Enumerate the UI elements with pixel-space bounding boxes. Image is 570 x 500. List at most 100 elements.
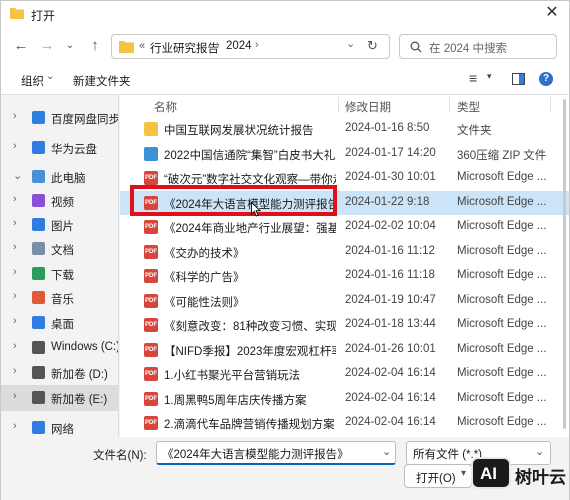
file-date: 2024-01-16 8:50 xyxy=(345,122,430,134)
new-folder-button[interactable]: 新建文件夹 xyxy=(73,73,131,89)
folder-icon xyxy=(10,8,24,19)
sidebar-item[interactable]: › 华为云盘 xyxy=(1,135,118,161)
file-row[interactable]: PDF 【NIFD季报】2023年度宏观杠杆率：为... 2024-01-26 10… xyxy=(120,338,569,362)
expand-chevron-icon[interactable]: › xyxy=(13,340,17,352)
open-file-dialog: 打开 ✕ ← → ⌄ ↑ « 行业研究报告 › 2024 › ⌄ ↻ 在 202… xyxy=(0,0,570,500)
sidebar-item-label: 文档 xyxy=(51,245,74,257)
folder-icon xyxy=(119,41,134,53)
file-name: 1.小红书聚光平台营销玩法 xyxy=(164,370,301,382)
expand-chevron-icon[interactable]: › xyxy=(13,365,17,377)
sidebar-item[interactable]: › 文档 xyxy=(1,236,118,262)
filename-value[interactable]: 《2024年大语言模型能力测评报告》 xyxy=(162,446,349,462)
sidebar-item-label: Windows (C:) xyxy=(51,341,119,353)
view-options-icon[interactable]: ≡ xyxy=(469,70,477,86)
expand-chevron-icon[interactable]: › xyxy=(13,110,17,122)
sidebar-item[interactable]: › Windows (C:) xyxy=(1,335,119,361)
file-row[interactable]: PDF 1.周黑鸭5周年店庆传播方案 2024-02-04 16:14 Microso… xyxy=(120,387,569,411)
file-type: Microsoft Edge ... xyxy=(457,367,547,379)
close-button[interactable]: ✕ xyxy=(537,2,567,26)
filename-dropdown-chevron-icon[interactable]: ⌄ xyxy=(382,445,391,458)
file-row[interactable]: PDF 《2024年商业地产行业展望：强基固本 ... 2024-02-02 10:… xyxy=(120,215,569,239)
file-type: Microsoft Edge ... xyxy=(457,220,547,232)
sidebar-item[interactable]: › 下载 xyxy=(1,261,118,287)
open-button[interactable]: 打开(O) ▾ xyxy=(404,464,472,488)
file-date: 2024-02-04 16:14 xyxy=(345,367,436,379)
refresh-icon[interactable]: ↻ xyxy=(367,38,378,54)
file-date: 2024-01-18 13:44 xyxy=(345,318,436,330)
forward-arrow-icon[interactable]: → xyxy=(36,35,58,57)
expand-chevron-icon[interactable]: › xyxy=(13,140,17,152)
expand-chevron-icon[interactable]: › xyxy=(13,315,17,327)
address-bar[interactable]: « 行业研究报告 › 2024 › ⌄ ↻ xyxy=(111,34,390,59)
sidebar-item-label: 桌面 xyxy=(51,319,74,331)
sidebar-item[interactable]: › 音乐 xyxy=(1,285,118,311)
pdf-file-icon: PDF xyxy=(144,220,158,234)
expand-chevron-icon[interactable]: › xyxy=(13,420,17,432)
expand-chevron-icon[interactable]: › xyxy=(13,241,17,253)
search-box[interactable]: 在 2024 中搜索 xyxy=(399,34,557,59)
vertical-scrollbar[interactable] xyxy=(563,99,566,429)
file-date: 2024-01-26 10:01 xyxy=(345,342,436,355)
expand-chevron-icon[interactable]: › xyxy=(13,290,17,302)
file-date: 2024-01-19 10:47 xyxy=(345,293,436,306)
preview-pane-icon[interactable] xyxy=(512,73,525,85)
sidebar-item[interactable]: › 百度网盘同步空间 xyxy=(1,105,118,131)
file-type: Microsoft Edge ... xyxy=(457,171,547,183)
file-type: Microsoft Edge ... xyxy=(457,416,547,428)
expand-chevron-icon[interactable]: › xyxy=(13,390,17,402)
file-date: 2024-01-22 9:18 xyxy=(345,195,430,208)
address-dropdown-chevron-icon[interactable]: ⌄ xyxy=(346,37,355,50)
file-row[interactable]: PDF 2.滴滴代车品牌营销传播规划方案 2024-02-04 16:14 Micro… xyxy=(120,411,569,435)
command-bar: 组织 ⌄ 新建文件夹 ≡ ▾ ? xyxy=(1,65,569,95)
pdf-file-icon: PDF xyxy=(144,391,158,406)
pdf-file-icon: PDF xyxy=(144,367,158,381)
file-name: 《可能性法则》 xyxy=(164,296,245,309)
file-rows: 中国互联网发展状况统计报告 2024-01-16 8:50 文件夹 2022中国信通院… xyxy=(120,95,569,437)
sidebar-item-icon xyxy=(32,341,45,354)
watermark-text: 树叶云 xyxy=(515,468,566,487)
file-row[interactable]: PDF 《可能性法则》 2024-01-19 10:47 Microsoft Edge… xyxy=(120,289,569,313)
file-name: 1.周黑鸭5周年店庆传播方案 xyxy=(164,394,307,407)
sidebar-item[interactable]: › 图片 xyxy=(1,212,118,238)
open-dropdown-chevron-icon[interactable]: ▾ xyxy=(461,468,466,479)
expand-chevron-icon[interactable]: › xyxy=(13,266,17,278)
file-row[interactable]: 中国互联网发展状况统计报告 2024-01-16 8:50 文件夹 xyxy=(120,117,569,141)
file-date: 2024-01-16 11:12 xyxy=(345,244,435,257)
file-row[interactable]: PDF 《交办的技术》 2024-01-16 11:12 Microsoft Edge… xyxy=(120,240,569,264)
pdf-file-icon: PDF xyxy=(144,293,158,308)
file-date: 2024-01-17 14:20 xyxy=(345,146,436,159)
file-date: 2024-02-04 16:14 xyxy=(345,391,436,404)
sidebar-item[interactable]: › 新加卷 (E:) xyxy=(1,385,118,411)
view-dropdown-chevron-icon[interactable]: ▾ xyxy=(487,71,492,82)
expand-chevron-icon[interactable]: › xyxy=(13,193,17,205)
file-type: Microsoft Edge ... xyxy=(457,342,547,355)
window-title: 打开 xyxy=(31,9,56,23)
file-row[interactable]: PDF 《科学的广告》 2024-01-16 11:18 Microsoft Edge… xyxy=(120,264,569,288)
sidebar-item[interactable]: › 桌面 xyxy=(1,310,118,336)
breadcrumb-segment[interactable]: 行业研究报告 xyxy=(150,40,219,56)
file-row[interactable]: PDF 《刻意改变：81种改变习惯、实现目标... 2024-01-18 13:44… xyxy=(120,313,569,337)
recent-locations-chevron-icon[interactable]: ⌄ xyxy=(59,35,81,57)
expand-chevron-icon[interactable]: ⌄ xyxy=(13,169,22,182)
file-row[interactable]: PDF 1.小红书聚光平台营销玩法 2024-02-04 16:14 Microsof… xyxy=(120,362,569,386)
sidebar-item-icon xyxy=(32,242,45,255)
file-name: 《刻意改变：81种改变习惯、实现目标... xyxy=(164,321,336,333)
filename-input[interactable]: 《2024年大语言模型能力测评报告》 ⌄ xyxy=(156,441,396,465)
sidebar-item-icon xyxy=(32,316,45,329)
breadcrumb-segment[interactable]: 2024 xyxy=(226,40,252,52)
organize-button[interactable]: 组织 xyxy=(21,73,44,89)
file-type: Microsoft Edge ... xyxy=(457,195,547,208)
up-arrow-icon[interactable]: ↑ xyxy=(84,35,106,57)
sidebar-item-icon xyxy=(32,366,45,379)
help-icon[interactable]: ? xyxy=(539,72,553,86)
sidebar-item[interactable]: › 网络 xyxy=(1,415,118,437)
sidebar-item[interactable]: ⌄ 此电脑 xyxy=(1,164,118,190)
back-arrow-icon[interactable]: ← xyxy=(10,35,32,57)
file-row[interactable]: 2022中国信通院“集智”白皮书大礼包 2024-01-17 14:20 360压缩… xyxy=(120,142,569,166)
path-overflow[interactable]: « xyxy=(139,40,145,52)
expand-chevron-icon[interactable]: › xyxy=(13,217,17,229)
file-name: 《交办的技术》 xyxy=(164,247,245,260)
sidebar-item[interactable]: › 新加卷 (D:) xyxy=(1,360,118,386)
sidebar-item[interactable]: › 视频 xyxy=(1,188,118,214)
file-type: Microsoft Edge ... xyxy=(457,244,547,257)
